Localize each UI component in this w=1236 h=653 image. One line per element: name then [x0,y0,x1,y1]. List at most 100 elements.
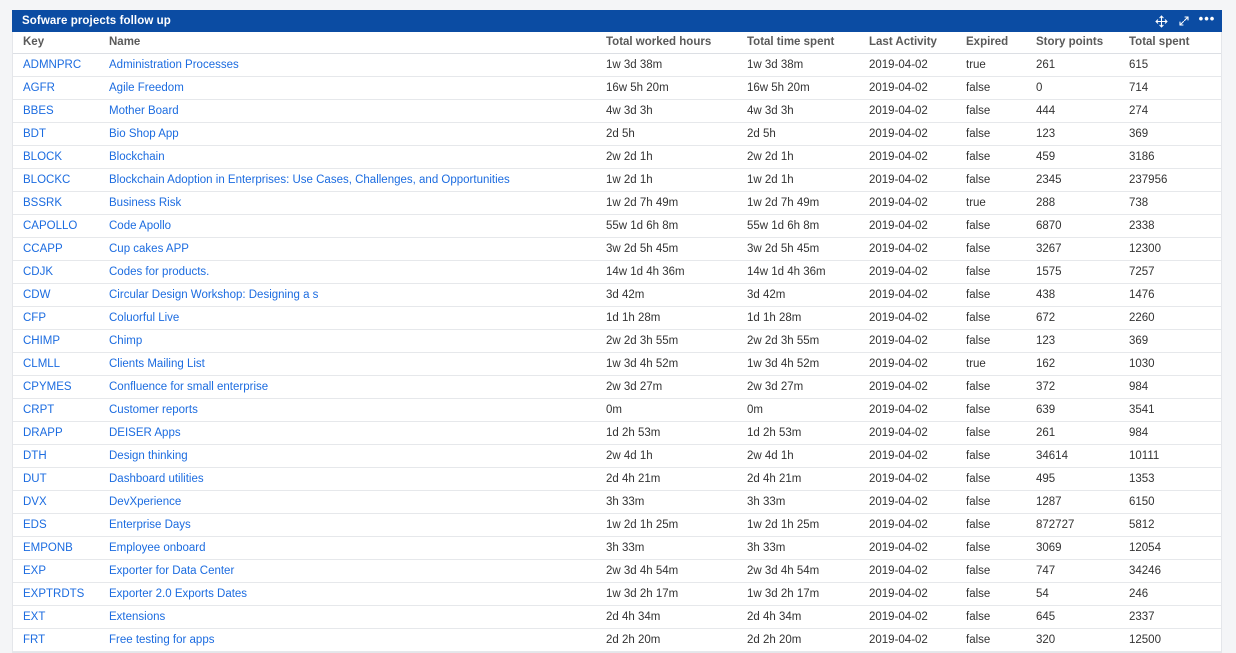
cell-name[interactable]: Blockchain [109,146,606,169]
project-key-link[interactable]: CLMLL [23,358,60,370]
project-name-link[interactable]: Customer reports [109,404,198,416]
cell-name[interactable]: Chimp [109,330,606,353]
cell-key[interactable]: BLOCKC [13,169,109,192]
project-key-link[interactable]: BBES [23,105,54,117]
project-name-link[interactable]: Dashboard utilities [109,473,204,485]
project-key-link[interactable]: DRAPP [23,427,63,439]
cell-key[interactable]: CFP [13,307,109,330]
project-name-link[interactable]: Exporter 2.0 Exports Dates [109,588,247,600]
column-header-total-spent[interactable]: Total spent [1129,32,1221,54]
project-name-link[interactable]: Administration Processes [109,59,239,71]
cell-name[interactable]: Blockchain Adoption in Enterprises: Use … [109,169,606,192]
project-key-link[interactable]: DUT [23,473,47,485]
project-key-link[interactable]: CPYMES [23,381,72,393]
cell-name[interactable]: Mother Board [109,100,606,123]
project-key-link[interactable]: DTH [23,450,47,462]
project-name-link[interactable]: Blockchain [109,151,165,163]
project-name-link[interactable]: Design thinking [109,450,188,462]
project-key-link[interactable]: CDW [23,289,50,301]
project-key-link[interactable]: CRPT [23,404,54,416]
cell-name[interactable]: Codes for products. [109,261,606,284]
project-key-link[interactable]: DVX [23,496,47,508]
cell-key[interactable]: CHIMP [13,330,109,353]
cell-name[interactable]: Business Risk [109,192,606,215]
project-name-link[interactable]: DEISER Apps [109,427,181,439]
project-name-link[interactable]: Blockchain Adoption in Enterprises: Use … [109,174,510,186]
column-header-last-activity[interactable]: Last Activity [869,32,966,54]
project-name-link[interactable]: Chimp [109,335,142,347]
project-key-link[interactable]: EMPONB [23,542,73,554]
project-name-link[interactable]: Clients Mailing List [109,358,205,370]
cell-name[interactable]: DevXperience [109,491,606,514]
column-header-expired[interactable]: Expired [966,32,1036,54]
project-name-link[interactable]: Bio Shop App [109,128,179,140]
cell-name[interactable]: Circular Design Workshop: Designing a s [109,284,606,307]
project-key-link[interactable]: EXP [23,565,46,577]
cell-name[interactable]: DEISER Apps [109,422,606,445]
project-key-link[interactable]: ADMNPRC [23,59,81,71]
cell-name[interactable]: Exporter for Data Center [109,560,606,583]
cell-name[interactable]: Administration Processes [109,54,606,77]
cell-key[interactable]: FRT [13,629,109,652]
cell-key[interactable]: CRPT [13,399,109,422]
cell-name[interactable]: Exporter 2.0 Exports Dates [109,583,606,606]
cell-key[interactable]: EMPONB [13,537,109,560]
column-header-name[interactable]: Name [109,32,606,54]
project-name-link[interactable]: Circular Design Workshop: Designing a s [109,289,318,301]
project-name-link[interactable]: Exporter for Data Center [109,565,234,577]
cell-name[interactable]: Free testing for apps [109,629,606,652]
cell-key[interactable]: DRAPP [13,422,109,445]
project-name-link[interactable]: Cup cakes APP [109,243,189,255]
cell-name[interactable]: Customer reports [109,399,606,422]
project-name-link[interactable]: Codes for products. [109,266,209,278]
cell-name[interactable]: Cup cakes APP [109,238,606,261]
project-key-link[interactable]: EXT [23,611,45,623]
project-key-link[interactable]: EDS [23,519,47,531]
cell-name[interactable]: Dashboard utilities [109,468,606,491]
cell-name[interactable]: Design thinking [109,445,606,468]
cell-key[interactable]: EXT [13,606,109,629]
project-key-link[interactable]: AGFR [23,82,55,94]
project-key-link[interactable]: CCAPP [23,243,63,255]
project-key-link[interactable]: BLOCKC [23,174,70,186]
cell-key[interactable]: EDS [13,514,109,537]
project-key-link[interactable]: BSSRK [23,197,62,209]
cell-key[interactable]: CAPOLLO [13,215,109,238]
cell-name[interactable]: Enterprise Days [109,514,606,537]
project-key-link[interactable]: CFP [23,312,46,324]
project-name-link[interactable]: Code Apollo [109,220,171,232]
project-name-link[interactable]: Confluence for small enterprise [109,381,268,393]
cell-name[interactable]: Clients Mailing List [109,353,606,376]
project-key-link[interactable]: CHIMP [23,335,60,347]
cell-key[interactable]: DVX [13,491,109,514]
cell-key[interactable]: EXP [13,560,109,583]
expand-icon[interactable] [1177,14,1191,28]
project-name-link[interactable]: Enterprise Days [109,519,191,531]
cell-key[interactable]: CDW [13,284,109,307]
cell-key[interactable]: CCAPP [13,238,109,261]
cell-key[interactable]: BBES [13,100,109,123]
cell-key[interactable]: CLMLL [13,353,109,376]
project-name-link[interactable]: DevXperience [109,496,181,508]
cell-key[interactable]: CPYMES [13,376,109,399]
project-key-link[interactable]: FRT [23,634,45,646]
cell-key[interactable]: BSSRK [13,192,109,215]
cell-name[interactable]: Extensions [109,606,606,629]
cell-name[interactable]: Bio Shop App [109,123,606,146]
more-options-icon[interactable]: ••• [1200,12,1214,31]
cell-key[interactable]: BLOCK [13,146,109,169]
column-header-total-worked-hours[interactable]: Total worked hours [606,32,747,54]
cell-key[interactable]: DTH [13,445,109,468]
project-name-link[interactable]: Business Risk [109,197,181,209]
project-key-link[interactable]: EXPTRDTS [23,588,84,600]
cell-key[interactable]: AGFR [13,77,109,100]
column-header-total-time-spent[interactable]: Total time spent [747,32,869,54]
cell-key[interactable]: CDJK [13,261,109,284]
cell-key[interactable]: ADMNPRC [13,54,109,77]
project-name-link[interactable]: Employee onboard [109,542,206,554]
project-name-link[interactable]: Coluorful Live [109,312,179,324]
column-header-key[interactable]: Key [13,32,109,54]
move-icon[interactable] [1154,14,1168,28]
cell-name[interactable]: Code Apollo [109,215,606,238]
project-key-link[interactable]: CAPOLLO [23,220,77,232]
